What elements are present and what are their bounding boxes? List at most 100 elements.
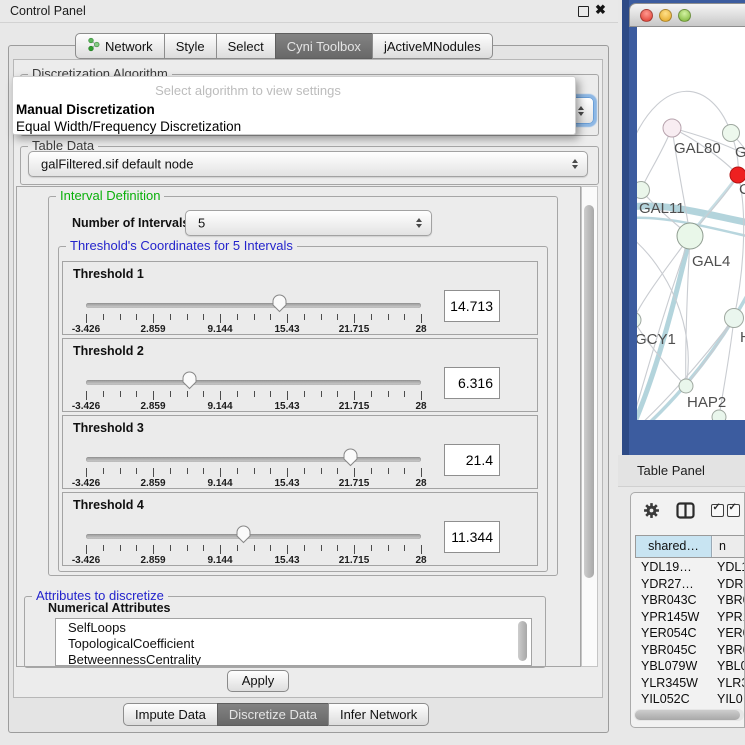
network-node-gal4[interactable] <box>677 223 703 249</box>
gear-icon <box>643 502 660 519</box>
slider-tick <box>220 314 221 323</box>
slider-tick <box>337 314 338 320</box>
tab-style[interactable]: Style <box>164 33 217 59</box>
node-label: GAL80 <box>674 140 721 157</box>
slider-tick <box>103 391 104 397</box>
network-node-hap2[interactable] <box>679 379 693 393</box>
slider-scale-label: 9.144 <box>207 555 232 566</box>
slider-tick <box>388 545 389 551</box>
threshold-value-field[interactable]: 21.4 <box>444 444 500 476</box>
slider-scale-label: 9.144 <box>207 401 232 412</box>
slider-tick <box>86 468 87 477</box>
cell-name: YPR1 <box>717 610 745 624</box>
popup-item-equal-width-frequency-discretization[interactable]: Equal Width/Frequency Discretization <box>16 118 572 135</box>
slider-handle[interactable] <box>236 525 251 544</box>
list-item-selfloops[interactable]: SelfLoops <box>56 619 531 635</box>
slider-track[interactable] <box>86 303 421 308</box>
slider-track[interactable] <box>86 457 421 462</box>
float-window-icon[interactable] <box>578 6 589 17</box>
slider-handle[interactable] <box>182 371 197 390</box>
threshold-value-field[interactable]: 6.316 <box>444 367 500 399</box>
network-window-titlebar[interactable] <box>629 3 745 27</box>
slider-track[interactable] <box>86 534 421 539</box>
table-row[interactable]: YBR045CYBR0 <box>635 642 744 659</box>
window-close-button[interactable] <box>640 9 653 22</box>
tab-discretize-data[interactable]: Discretize Data <box>217 703 329 726</box>
tab-label: Cyni Toolbox <box>287 39 361 54</box>
list-item-betweennesscentrality[interactable]: BetweennessCentrality <box>56 651 531 666</box>
table-row[interactable]: YPR145WYPR1 <box>635 609 744 626</box>
slider-handle[interactable] <box>343 448 358 467</box>
combo-arrows-icon <box>578 106 584 116</box>
slider-tick <box>103 545 104 551</box>
tab-select[interactable]: Select <box>216 33 276 59</box>
table-row[interactable]: YDL19…YDL1 <box>635 559 744 576</box>
slider-handle[interactable] <box>272 294 287 313</box>
select-columns-button[interactable] <box>711 504 724 520</box>
cell-name: YDL1 <box>717 560 745 574</box>
slider-tick <box>371 468 372 474</box>
slider-tick <box>136 314 137 320</box>
tab-impute-data[interactable]: Impute Data <box>123 703 218 726</box>
list-scrollbar-thumb[interactable] <box>518 621 527 661</box>
table-settings-button[interactable] <box>643 502 660 522</box>
tab-cyni-toolbox[interactable]: Cyni Toolbox <box>275 33 373 59</box>
horizontal-scrollbar-thumb[interactable] <box>635 710 740 720</box>
cell-name: YBR0 <box>717 643 745 657</box>
numerical-attributes-list[interactable]: SelfLoopsTopologicalCoefficientBetweenne… <box>55 618 532 666</box>
table-row[interactable]: YER054CYER0 <box>635 625 744 642</box>
slider-tick <box>187 468 188 474</box>
slider-tick <box>86 545 87 554</box>
combo-arrows-icon <box>572 159 578 169</box>
threshold-value-field[interactable]: 11.344 <box>444 521 500 553</box>
slider-scale-label: 15.43 <box>274 401 299 412</box>
column-header-1[interactable]: shared… <box>636 536 712 557</box>
network-graph: GAL80GACGAL11GAL4GCY1HHAP2 <box>637 27 745 420</box>
network-node-gcy1[interactable] <box>637 312 641 328</box>
tab-jactivemnodules[interactable]: jActiveMNodules <box>372 33 493 59</box>
slider-tick <box>237 545 238 551</box>
network-canvas[interactable]: GAL80GACGAL11GAL4GCY1HHAP2 <box>637 27 745 420</box>
close-icon[interactable]: ✖ <box>595 2 606 18</box>
network-node-h[interactable] <box>725 309 744 328</box>
vertical-scrollbar-thumb[interactable] <box>584 205 594 578</box>
table-row[interactable]: YDR27…YDR2 <box>635 576 744 593</box>
window-zoom-button[interactable] <box>678 9 691 22</box>
apply-button[interactable]: Apply <box>227 670 289 692</box>
slider-tick <box>170 314 171 320</box>
tab-infer-network[interactable]: Infer Network <box>328 703 429 726</box>
slider-tick <box>321 545 322 551</box>
table-row[interactable]: YLR345WYLR3 <box>635 675 744 692</box>
slider-tick <box>120 391 121 397</box>
tab-network[interactable]: Network <box>75 33 165 59</box>
table-row[interactable]: YBL079WYBL0 <box>635 658 744 675</box>
network-node-gal11[interactable] <box>637 182 650 199</box>
list-item-topologicalcoefficient[interactable]: TopologicalCoefficient <box>56 635 531 651</box>
threshold-label: Threshold 1 <box>73 267 144 281</box>
slider-tick <box>203 391 204 397</box>
slider-tick <box>187 391 188 397</box>
threshold-value-field[interactable]: 14.713 <box>444 290 500 322</box>
split-columns-button[interactable] <box>676 502 695 522</box>
network-node-ga[interactable] <box>723 125 740 142</box>
cell-name: YBR0 <box>717 593 745 607</box>
slider-tick <box>220 468 221 477</box>
checkbox-icon <box>711 504 724 517</box>
table-row[interactable]: YBR043C YBR0 <box>635 592 744 609</box>
table-data-combobox[interactable]: galFiltered.sif default node <box>28 151 588 177</box>
slider-scale-label: -3.426 <box>72 324 100 335</box>
network-node[interactable] <box>712 410 726 420</box>
slider-track[interactable] <box>86 380 421 385</box>
cell-shared-name: YBL079W <box>641 659 697 673</box>
window-minimize-button[interactable] <box>659 9 672 22</box>
select-rows-button[interactable] <box>727 504 740 520</box>
popup-hint: Select algorithm to view settings <box>13 83 483 98</box>
slider-tick <box>103 468 104 474</box>
cell-shared-name: YBR043C <box>641 593 697 607</box>
network-node-gal80[interactable] <box>663 119 681 137</box>
horizontal-scrollbar[interactable] <box>634 709 744 721</box>
popup-item-manual-discretization[interactable]: Manual Discretization <box>16 101 572 118</box>
column-header-2[interactable]: n <box>713 536 745 557</box>
table-row[interactable]: YIL052CYIL0 <box>635 691 744 705</box>
num-intervals-combobox[interactable]: 5 <box>185 210 432 236</box>
